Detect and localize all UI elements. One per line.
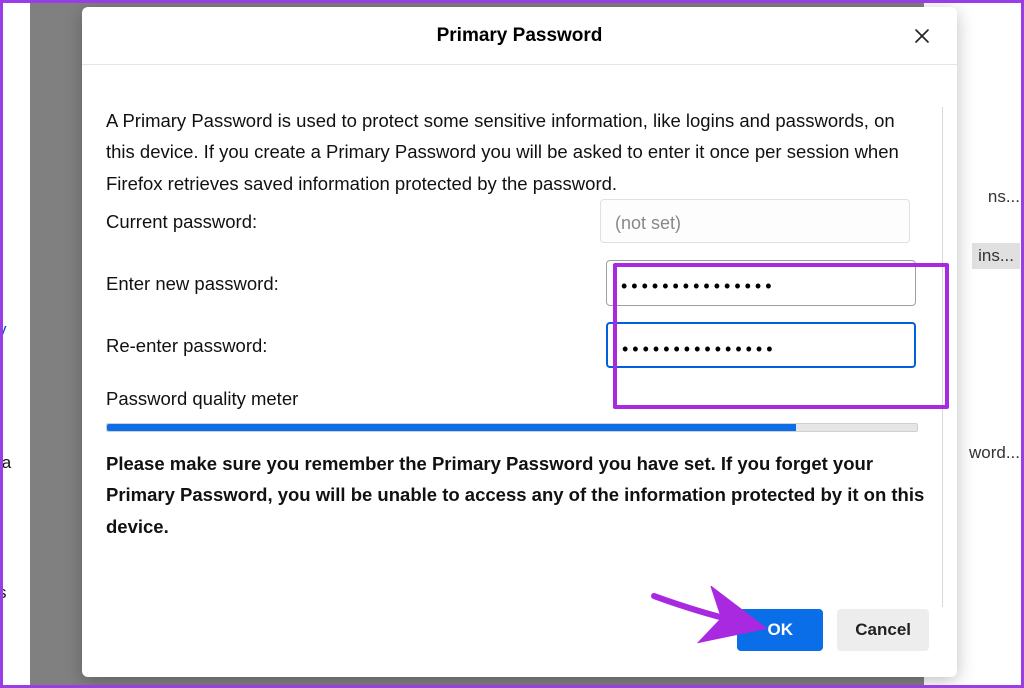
current-password-label: Current password:	[106, 206, 606, 237]
dialog-footer: OK Cancel	[82, 609, 957, 677]
cancel-button[interactable]: Cancel	[837, 609, 929, 651]
intro-text: A Primary Password is used to protect so…	[106, 105, 926, 199]
new-password-input[interactable]: •••••••••••••••	[606, 260, 916, 306]
reenter-password-label: Re-enter password:	[106, 330, 606, 361]
password-quality-meter	[106, 423, 918, 432]
warning-text: Please make sure you remember the Primar…	[106, 448, 926, 542]
bg-left-text: la	[0, 453, 11, 473]
ok-button[interactable]: OK	[737, 609, 823, 651]
current-password-field[interactable]: (not set)	[600, 199, 910, 243]
bg-right-text: word...	[969, 443, 1020, 463]
password-quality-fill	[107, 424, 796, 431]
scroll-indicator	[942, 107, 943, 607]
reenter-password-input[interactable]: •••••••••••••••	[606, 322, 916, 368]
primary-password-dialog: Primary Password A Primary Password is u…	[82, 7, 957, 677]
background-left-strip: y la s	[0, 0, 30, 688]
password-quality-label: Password quality meter	[106, 383, 937, 414]
close-button[interactable]	[905, 19, 939, 53]
dialog-title: Primary Password	[437, 25, 603, 47]
close-icon	[913, 27, 931, 45]
bg-left-text: y	[0, 320, 7, 340]
new-password-label: Enter new password:	[106, 268, 606, 299]
dialog-body: A Primary Password is used to protect so…	[82, 65, 957, 609]
dialog-header: Primary Password	[82, 7, 957, 65]
bg-right-text: ns...	[988, 187, 1020, 207]
bg-left-text: s	[0, 583, 7, 603]
bg-right-text: ins...	[972, 243, 1020, 269]
